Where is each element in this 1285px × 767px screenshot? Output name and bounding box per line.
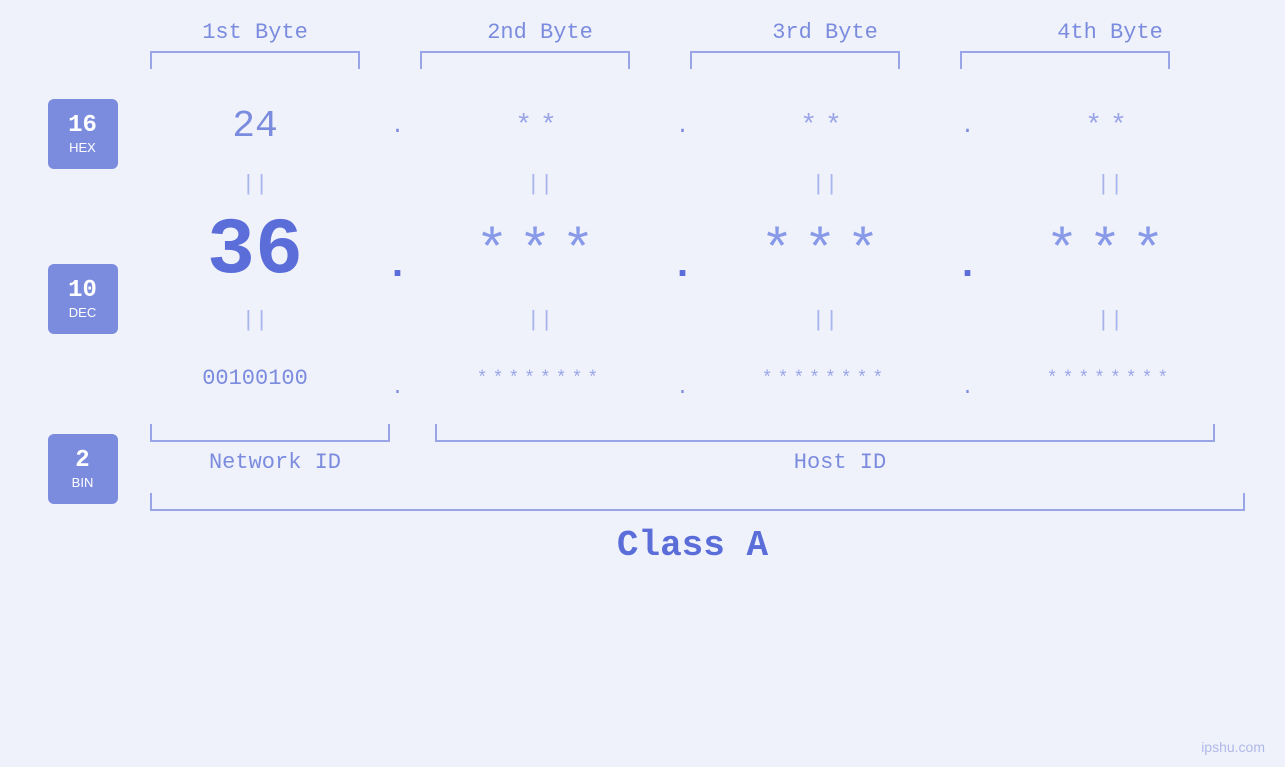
dec-byte2: *** bbox=[420, 220, 660, 283]
bin-byte2: ******** bbox=[420, 369, 660, 389]
main-container: 1st Byte 2nd Byte 3rd Byte 4th Byte 16 H… bbox=[0, 0, 1285, 767]
watermark: ipshu.com bbox=[1201, 739, 1265, 755]
bin-dot1: . bbox=[375, 357, 420, 400]
hex-byte1: 24 bbox=[135, 105, 375, 148]
top-bracket-2 bbox=[420, 51, 630, 69]
hex-dot3: . bbox=[945, 114, 990, 139]
eq1-cell3: || bbox=[705, 172, 945, 197]
top-bracket-1 bbox=[150, 51, 360, 69]
bin-dot3: . bbox=[945, 357, 990, 400]
top-bracket-3 bbox=[690, 51, 900, 69]
hex-byte4: ** bbox=[990, 111, 1230, 142]
eq1-cell2: || bbox=[420, 172, 660, 197]
bottom-bracket-network bbox=[150, 424, 390, 442]
eq2-cell3: || bbox=[705, 308, 945, 333]
eq2-cell2: || bbox=[420, 308, 660, 333]
eq2-cell1: || bbox=[135, 308, 375, 333]
equals-row-2: || || || || bbox=[135, 299, 1285, 341]
bin-row: 00100100 . ******** . ******** . *******… bbox=[135, 341, 1285, 416]
eq2-cell4: || bbox=[990, 308, 1230, 333]
bin-byte1: 00100100 bbox=[135, 366, 375, 391]
bin-dot2: . bbox=[660, 357, 705, 400]
dec-byte3: *** bbox=[705, 220, 945, 283]
byte-label-3: 3rd Byte bbox=[705, 20, 945, 45]
bottom-brackets-row bbox=[135, 424, 1285, 442]
dec-dot3: . bbox=[945, 214, 990, 289]
bottom-bracket-host bbox=[435, 424, 1215, 442]
equals-row-1: || || || || bbox=[135, 164, 1285, 204]
dec-row: 36 . *** . *** . *** bbox=[135, 204, 1285, 299]
byte-label-1: 1st Byte bbox=[135, 20, 375, 45]
hex-dot2: . bbox=[660, 114, 705, 139]
full-bottom-bracket bbox=[150, 493, 1245, 511]
dec-byte4: *** bbox=[990, 220, 1230, 283]
hex-byte2: ** bbox=[420, 111, 660, 142]
hex-byte3: ** bbox=[705, 111, 945, 142]
byte-label-4: 4th Byte bbox=[990, 20, 1230, 45]
host-id-label: Host ID bbox=[460, 450, 1220, 475]
network-id-label: Network ID bbox=[135, 450, 415, 475]
eq1-cell4: || bbox=[990, 172, 1230, 197]
dec-badge: 10 DEC bbox=[48, 264, 118, 334]
id-labels-row: Network ID Host ID bbox=[135, 450, 1285, 475]
dec-dot2: . bbox=[660, 214, 705, 289]
bin-badge: 2 BIN bbox=[48, 434, 118, 504]
dec-byte1: 36 bbox=[135, 206, 375, 297]
hex-badge: 16 HEX bbox=[48, 99, 118, 169]
hex-dot1: . bbox=[375, 114, 420, 139]
eq1-cell1: || bbox=[135, 172, 375, 197]
top-bracket-4 bbox=[960, 51, 1170, 69]
dec-dot1: . bbox=[375, 214, 420, 289]
class-label: Class A bbox=[135, 525, 1250, 566]
bin-byte4: ******** bbox=[990, 369, 1230, 389]
byte-label-2: 2nd Byte bbox=[420, 20, 660, 45]
badges-column: 16 HEX 10 DEC 2 BIN bbox=[0, 89, 135, 504]
hex-row: 24 . ** . ** . ** bbox=[135, 89, 1285, 164]
bin-byte3: ******** bbox=[705, 369, 945, 389]
full-bottom-bracket-container bbox=[135, 493, 1250, 511]
